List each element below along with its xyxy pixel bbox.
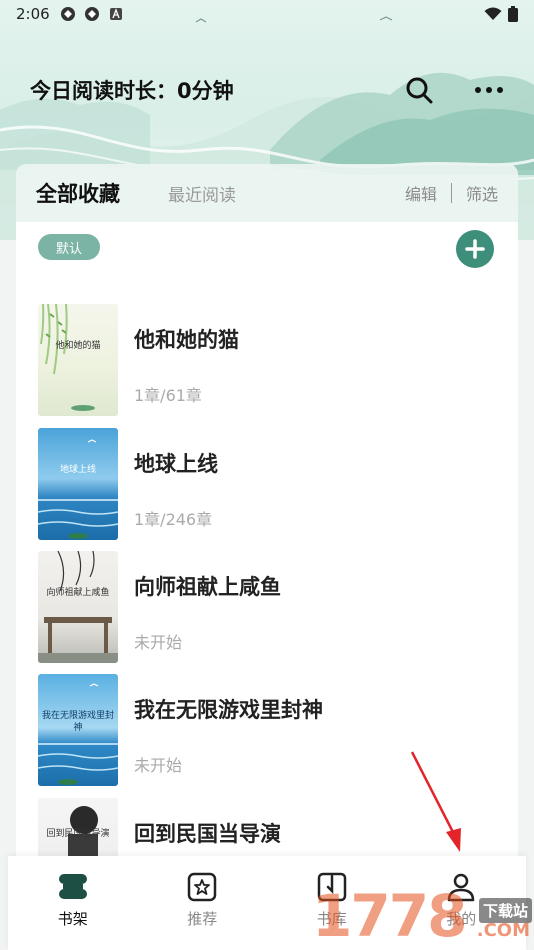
edit-button[interactable]: 编辑: [405, 181, 437, 205]
book-progress: 未开始: [134, 633, 183, 652]
book-title: 我在无限游戏里封神: [134, 698, 323, 722]
list-item[interactable]: 我在无限游戏里封神 我在无限游戏里封神 未开始: [38, 674, 498, 786]
bookshelf-icon: [56, 870, 90, 904]
book-title: 地球上线: [134, 452, 218, 476]
cover-title: 地球上线: [59, 465, 96, 475]
tab-actions: 编辑 筛选: [405, 181, 498, 205]
nav-library[interactable]: 书库: [267, 856, 397, 950]
user-icon: [444, 870, 478, 904]
book-cover: 地球上线: [38, 428, 118, 540]
cover-title: 向师祖献上咸鱼: [46, 588, 110, 598]
tab-recent-reading[interactable]: 最近阅读: [168, 181, 236, 206]
plus-icon: [465, 239, 485, 259]
cover-title: 我在无限游戏里封神: [42, 711, 115, 733]
nav-shelf[interactable]: 书架: [8, 856, 138, 950]
list-item[interactable]: 向师祖献上咸鱼 向师祖献上咸鱼 未开始: [38, 551, 498, 663]
divider: [450, 183, 452, 203]
app-notification-icon-2: [84, 6, 100, 22]
status-time: 2:06: [16, 5, 50, 23]
nav-mine[interactable]: 我的: [397, 856, 527, 950]
shelf-tabs: 全部收藏 最近阅读 编辑 筛选: [16, 164, 518, 222]
book-cover: 他和她的猫: [38, 304, 118, 416]
reading-time-label: 今日阅读时长：0分钟: [30, 79, 234, 103]
cover-title: 回到民国当导演: [46, 829, 110, 839]
book-title: 他和她的猫: [134, 328, 239, 352]
tab-all-favorites[interactable]: 全部收藏: [36, 178, 120, 208]
add-group-button[interactable]: [456, 230, 494, 268]
group-tag-default[interactable]: 默认: [38, 234, 100, 260]
book-list: 默认 他和她的猫 他和她的猫 1章/61章 地球上线 地球上线 1章/246章 …: [16, 222, 518, 922]
nav-shelf-label: 书架: [57, 910, 88, 928]
nav-recommend[interactable]: 推荐: [138, 856, 268, 950]
wifi-icon: [484, 7, 502, 20]
nav-recommend-label: 推荐: [187, 910, 218, 928]
more-icon[interactable]: [474, 75, 504, 105]
a-box-icon: [108, 6, 124, 22]
nav-mine-label: 我的: [446, 910, 477, 928]
battery-icon: [508, 6, 518, 22]
book-icon: [315, 870, 349, 904]
book-progress: 1章/246章: [134, 510, 213, 529]
search-icon[interactable]: [404, 75, 434, 105]
status-right: [484, 6, 518, 22]
book-cover: 我在无限游戏里封神: [38, 674, 118, 786]
header-actions: [404, 75, 504, 105]
book-title: 回到民国当导演: [134, 822, 281, 846]
list-item[interactable]: 地球上线 地球上线 1章/246章: [38, 428, 498, 540]
book-title: 向师祖献上咸鱼: [134, 575, 281, 599]
book-progress: 1章/61章: [134, 386, 202, 405]
app-notification-icon: [60, 6, 76, 22]
header-row: 今日阅读时长：0分钟: [30, 70, 514, 110]
filter-button[interactable]: 筛选: [466, 181, 498, 205]
star-box-icon: [185, 870, 219, 904]
list-item[interactable]: 他和她的猫 他和她的猫 1章/61章: [38, 304, 498, 416]
cover-title: 他和她的猫: [55, 341, 101, 351]
book-progress: 未开始: [134, 756, 183, 775]
status-bar: 2:06: [0, 0, 534, 28]
bottom-nav: 书架 推荐 书库 我的: [8, 856, 526, 950]
book-cover: 向师祖献上咸鱼: [38, 551, 118, 663]
nav-library-label: 书库: [316, 910, 347, 928]
